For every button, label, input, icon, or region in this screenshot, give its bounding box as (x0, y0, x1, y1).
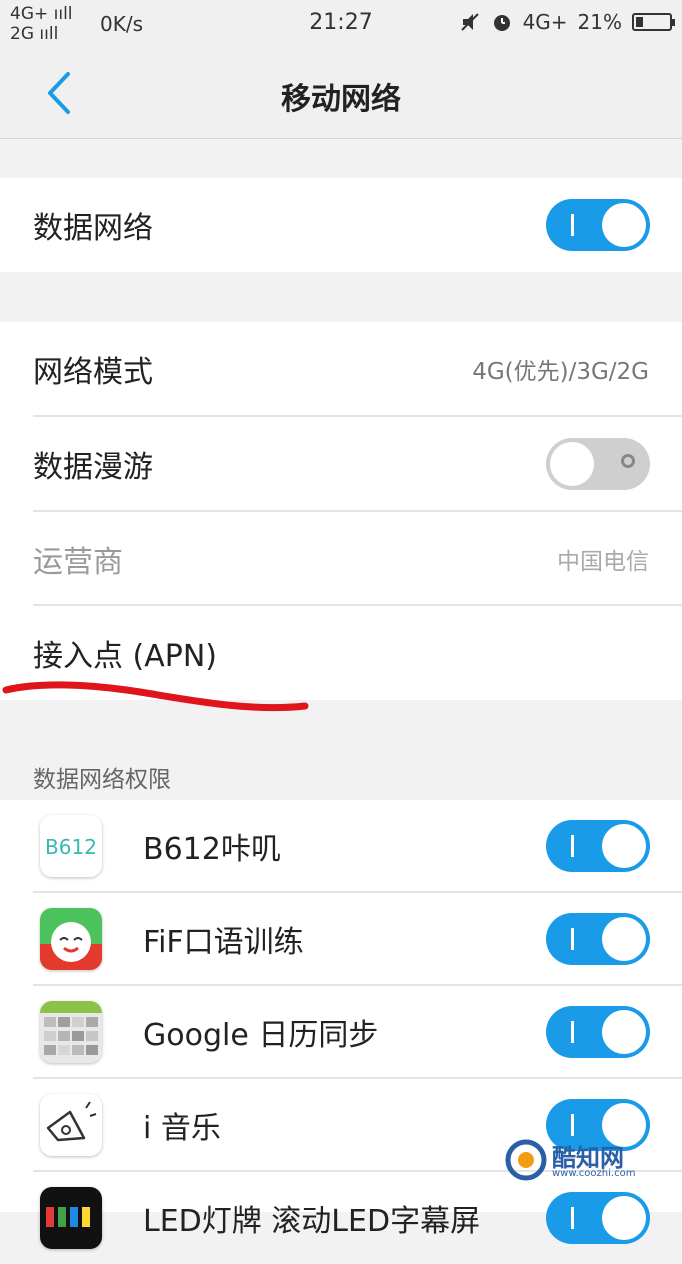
data-network-toggle[interactable] (546, 199, 650, 251)
permissions-header: 数据网络权限 (33, 767, 171, 793)
calendar-grid-icon (40, 1001, 102, 1055)
app-row-b612[interactable]: B612 B612咔叽 (0, 800, 682, 892)
alarm-icon (493, 15, 510, 31)
carrier-row: 运营商 中国电信 (0, 512, 682, 606)
watermark-url: www.coozhi.com (552, 1168, 636, 1179)
status-right: 4G+ 21% (459, 10, 675, 34)
app-row-fif[interactable]: FiF口语训练 (0, 893, 682, 985)
app-led-toggle[interactable] (546, 1192, 650, 1244)
app-name: LED灯牌 滚动LED字幕屏 (143, 1204, 481, 1239)
toggle-on-mark (571, 835, 574, 857)
apn-label: 接入点 (APN) (33, 639, 217, 674)
fif-cat-icon (40, 922, 102, 970)
battery-fill (636, 17, 643, 27)
led-board-icon (46, 1207, 90, 1227)
app-name: i 音乐 (143, 1111, 221, 1146)
carrier-label: 运营商 (33, 545, 123, 580)
network-4g-right: 4G+ (522, 10, 568, 34)
led-app-icon (40, 1187, 102, 1249)
app-name: Google 日历同步 (143, 1018, 379, 1053)
app-row-google-calendar[interactable]: Google 日历同步 (0, 986, 682, 1078)
page-title: 移动网络 (281, 82, 401, 117)
battery-percent: 21% (577, 10, 622, 34)
carrier-value: 中国电信 (557, 549, 649, 575)
title-bar: 移动网络 (0, 48, 682, 139)
data-network-group: 数据网络 (0, 178, 682, 272)
data-roaming-label: 数据漫游 (33, 450, 153, 485)
watermark: 酷知网 www.coozhi.com (502, 1130, 642, 1190)
data-network-label: 数据网络 (33, 211, 153, 246)
network-mode-row[interactable]: 网络模式 4G(优先)/3G/2G (0, 322, 682, 416)
mute-icon (460, 13, 479, 31)
toggle-on-mark (571, 928, 574, 950)
toggle-knob (550, 442, 594, 486)
toggle-off-mark (621, 454, 635, 468)
toggle-knob (602, 824, 646, 868)
megaphone-icon (46, 1101, 97, 1142)
data-network-row[interactable]: 数据网络 (0, 178, 682, 272)
toggle-on-mark (571, 214, 574, 236)
i-music-app-icon (40, 1094, 102, 1156)
app-b612-toggle[interactable] (546, 820, 650, 872)
network-mode-label: 网络模式 (33, 355, 153, 390)
network-mode-value: 4G(优先)/3G/2G (472, 359, 649, 385)
toggle-on-mark (571, 1021, 574, 1043)
toggle-knob (602, 917, 646, 961)
app-google-calendar-toggle[interactable] (546, 1006, 650, 1058)
app-name: FiF口语训练 (143, 925, 304, 960)
b612-logo-icon: B612 (45, 835, 97, 859)
network-settings-group: 网络模式 4G(优先)/3G/2G 数据漫游 运营商 中国电信 接入点 (APN… (0, 322, 682, 700)
svg-text:B612: B612 (45, 835, 97, 859)
b612-app-icon: B612 (40, 815, 102, 877)
app-name: B612咔叽 (143, 832, 281, 867)
data-roaming-toggle[interactable] (546, 438, 650, 490)
toggle-knob (602, 203, 646, 247)
status-bar: 4G+ ııll 2G ııll 0K/s 21:27 4G+ 21% (0, 0, 682, 48)
apn-row[interactable]: 接入点 (APN) (0, 606, 682, 700)
app-fif-toggle[interactable] (546, 913, 650, 965)
toggle-on-mark (571, 1207, 574, 1229)
battery-icon (632, 13, 675, 31)
data-roaming-row[interactable]: 数据漫游 (0, 417, 682, 511)
fif-app-icon (40, 908, 102, 970)
toggle-knob (602, 1196, 646, 1240)
toggle-knob (602, 1010, 646, 1054)
google-calendar-app-icon (40, 1001, 102, 1063)
watermark-logo-icon (505, 1139, 547, 1181)
